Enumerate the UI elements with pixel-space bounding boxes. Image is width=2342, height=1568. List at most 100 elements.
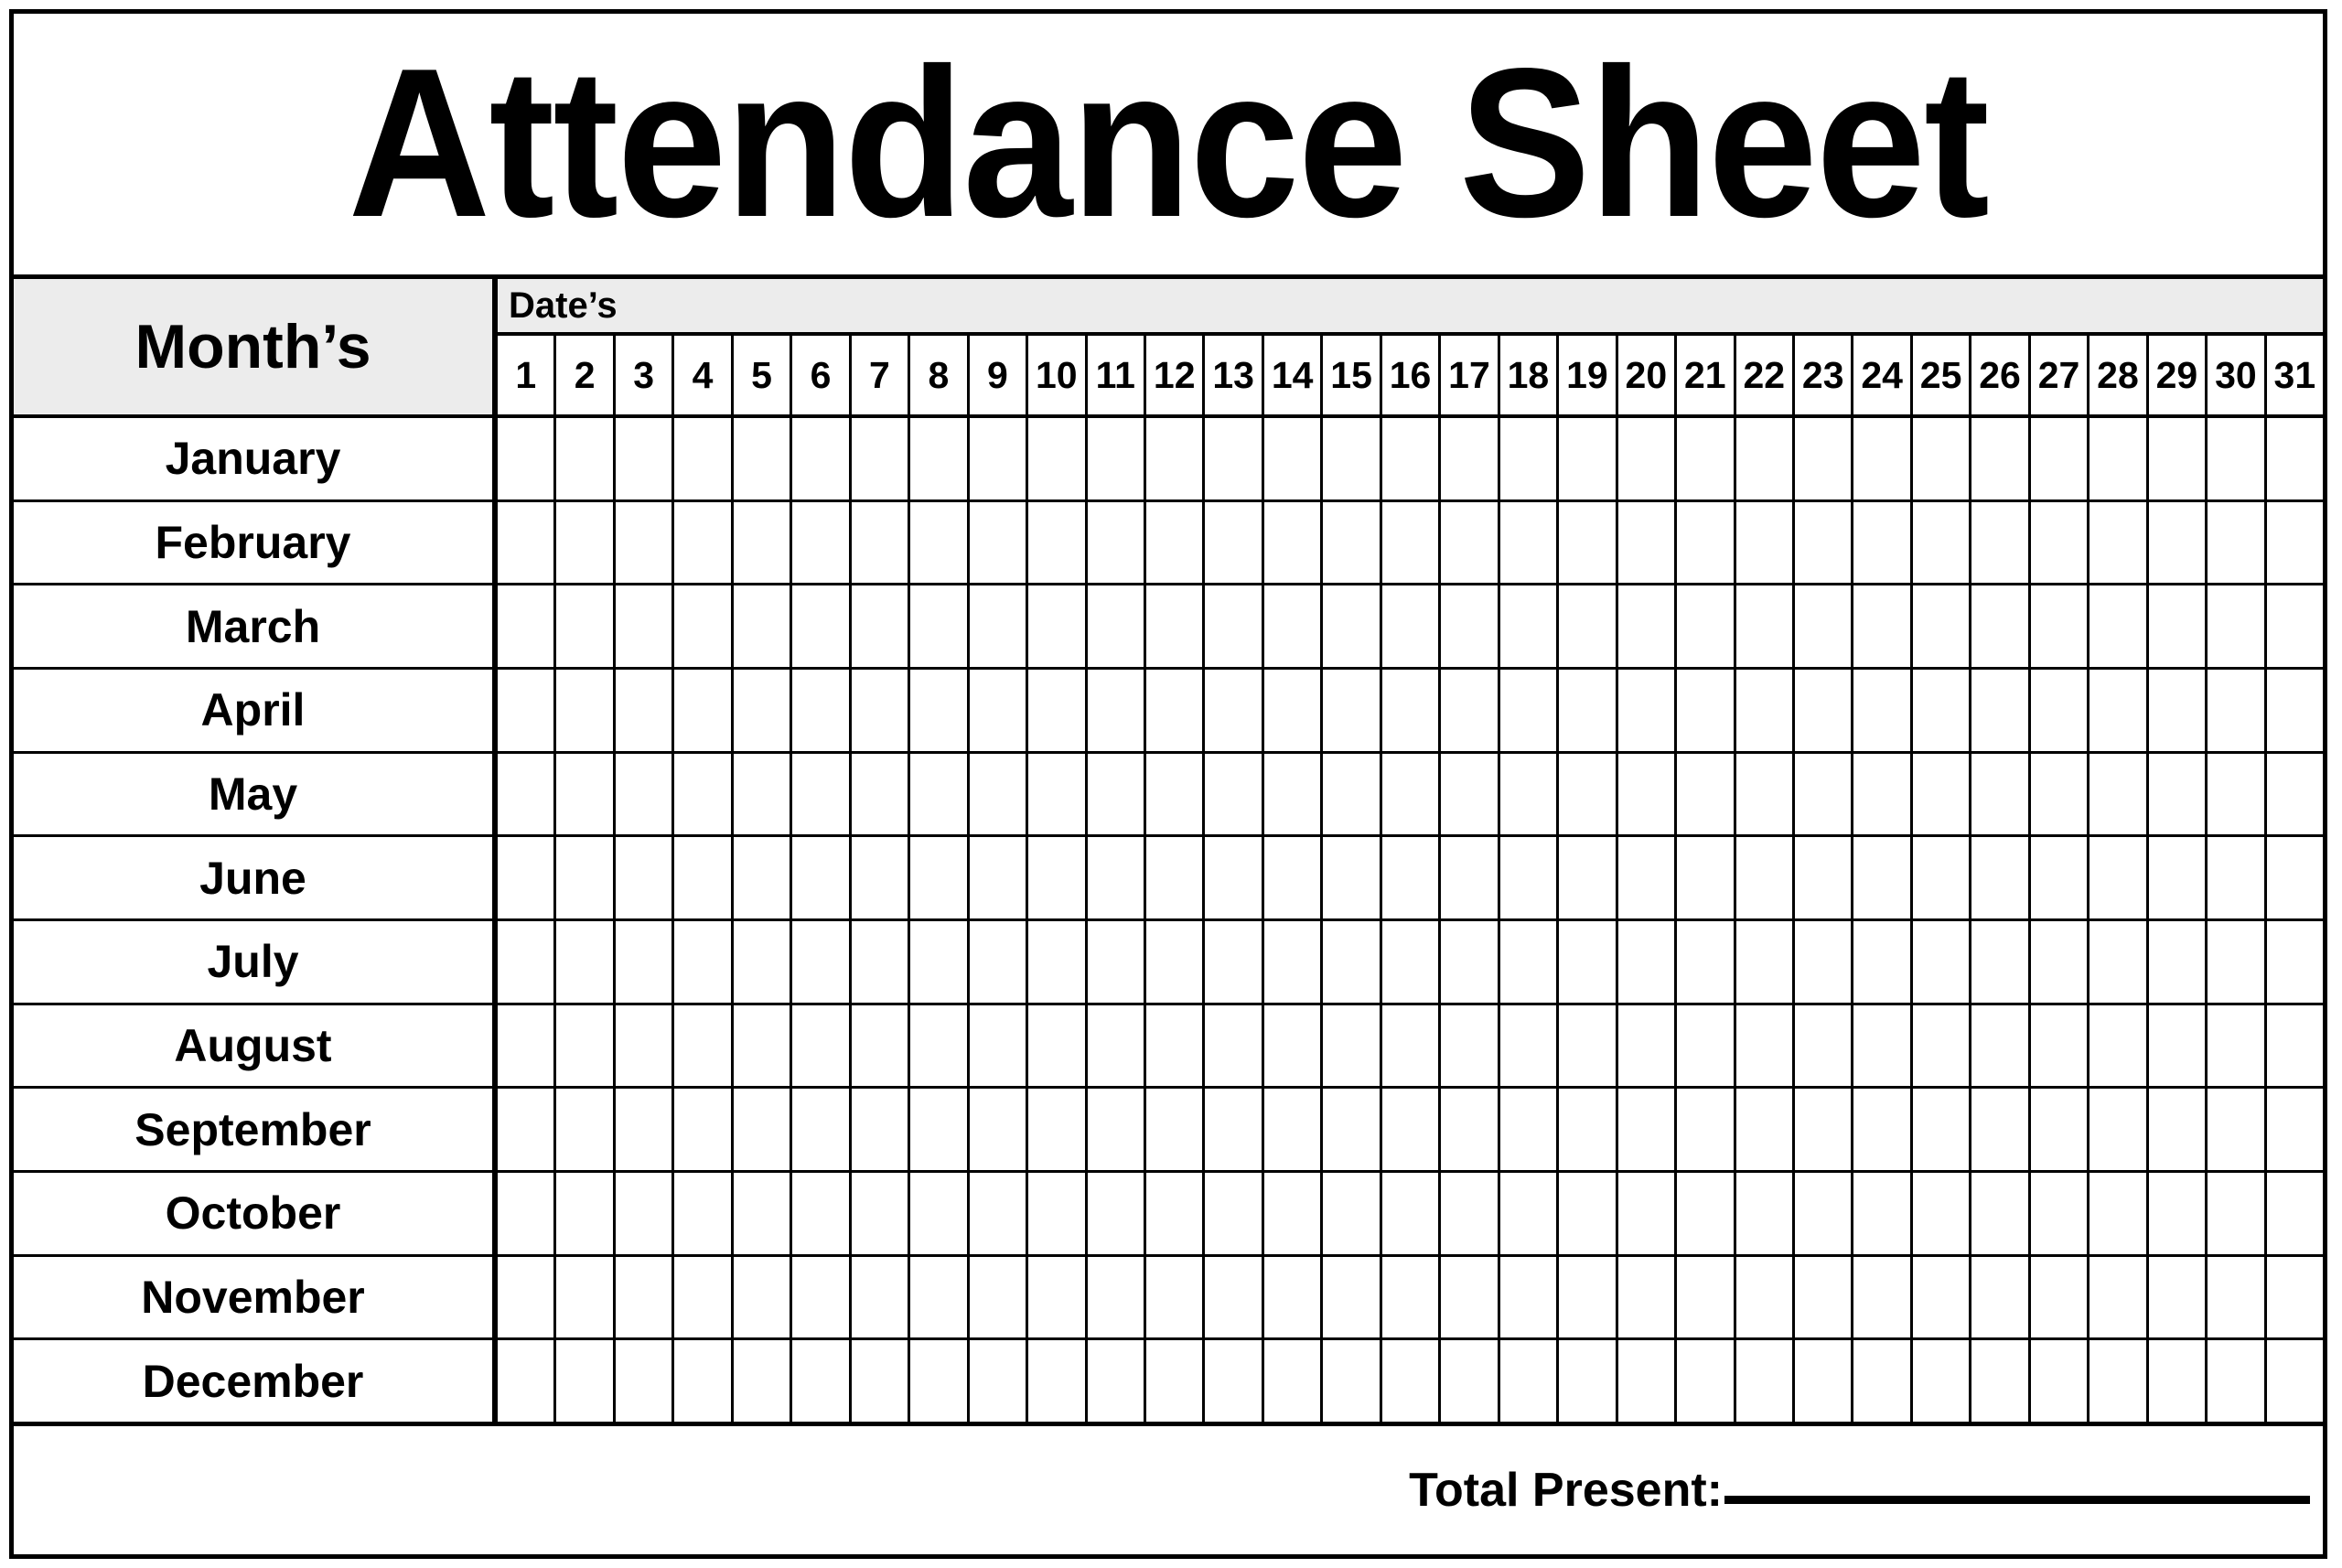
attendance-cell[interactable] (970, 1004, 1029, 1087)
attendance-cell[interactable] (616, 1340, 675, 1423)
attendance-cell[interactable] (616, 753, 675, 835)
attendance-cell[interactable] (2149, 753, 2208, 835)
attendance-cell[interactable] (2090, 1089, 2149, 1171)
attendance-cell[interactable] (498, 1089, 557, 1171)
attendance-cell[interactable] (2090, 1340, 2149, 1423)
attendance-cell[interactable] (1264, 1089, 1324, 1171)
attendance-cell[interactable] (1146, 1256, 1206, 1338)
attendance-cell[interactable] (2149, 670, 2208, 751)
attendance-cell[interactable] (1441, 1340, 1500, 1423)
attendance-cell[interactable] (1971, 670, 2031, 751)
attendance-cell[interactable] (2090, 1256, 2149, 1338)
attendance-cell[interactable] (1205, 670, 1264, 751)
attendance-cell[interactable] (1323, 837, 1382, 919)
attendance-cell[interactable] (1146, 837, 1206, 919)
attendance-cell[interactable] (1382, 1340, 1442, 1423)
attendance-cell[interactable] (2149, 1340, 2208, 1423)
attendance-cell[interactable] (556, 1256, 616, 1338)
attendance-cell[interactable] (1559, 1340, 1618, 1423)
attendance-cell[interactable] (792, 670, 852, 751)
attendance-cell[interactable] (2031, 501, 2090, 584)
attendance-cell[interactable] (1913, 921, 1972, 1003)
attendance-cell[interactable] (2267, 837, 2323, 918)
attendance-cell[interactable] (2031, 1256, 2090, 1338)
attendance-cell[interactable] (734, 1340, 793, 1423)
attendance-cell[interactable] (1618, 1004, 1678, 1087)
attendance-cell[interactable] (1205, 921, 1264, 1003)
attendance-cell[interactable] (1913, 418, 1972, 499)
attendance-cell[interactable] (1264, 1340, 1324, 1423)
attendance-cell[interactable] (1795, 837, 1854, 919)
attendance-cell[interactable] (1971, 837, 2031, 919)
attendance-cell[interactable] (970, 921, 1029, 1003)
attendance-cell[interactable] (2267, 754, 2323, 835)
attendance-cell[interactable] (1618, 670, 1678, 751)
attendance-cell[interactable] (674, 837, 734, 919)
attendance-cell[interactable] (1736, 1173, 1795, 1254)
attendance-cell[interactable] (1795, 418, 1854, 499)
attendance-cell[interactable] (1736, 1004, 1795, 1087)
attendance-cell[interactable] (1853, 1089, 1913, 1171)
attendance-cell[interactable] (674, 418, 734, 499)
attendance-cell[interactable] (910, 1004, 970, 1087)
attendance-cell[interactable] (792, 837, 852, 919)
attendance-cell[interactable] (792, 1089, 852, 1171)
attendance-cell[interactable] (1795, 753, 1854, 835)
attendance-cell[interactable] (674, 501, 734, 584)
attendance-cell[interactable] (1205, 1089, 1264, 1171)
attendance-cell[interactable] (792, 585, 852, 668)
attendance-cell[interactable] (1088, 1173, 1146, 1254)
attendance-cell[interactable] (1028, 1004, 1088, 1087)
attendance-cell[interactable] (734, 670, 793, 751)
attendance-cell[interactable] (1088, 753, 1146, 835)
attendance-cell[interactable] (1853, 670, 1913, 751)
attendance-cell[interactable] (1205, 837, 1264, 919)
attendance-cell[interactable] (674, 1089, 734, 1171)
attendance-cell[interactable] (1382, 1089, 1442, 1171)
attendance-cell[interactable] (1913, 1340, 1972, 1423)
attendance-cell[interactable] (852, 1004, 911, 1087)
attendance-cell[interactable] (734, 1089, 793, 1171)
attendance-cell[interactable] (910, 921, 970, 1003)
attendance-cell[interactable] (1736, 670, 1795, 751)
attendance-cell[interactable] (1205, 1004, 1264, 1087)
attendance-cell[interactable] (1677, 1256, 1736, 1338)
attendance-cell[interactable] (1323, 1340, 1382, 1423)
attendance-cell[interactable] (734, 753, 793, 835)
attendance-cell[interactable] (734, 1004, 793, 1087)
attendance-cell[interactable] (2267, 921, 2323, 1003)
attendance-cell[interactable] (498, 501, 557, 584)
attendance-cell[interactable] (1500, 753, 1560, 835)
attendance-cell[interactable] (852, 753, 911, 835)
attendance-cell[interactable] (1618, 418, 1678, 499)
attendance-cell[interactable] (1264, 418, 1324, 499)
attendance-cell[interactable] (1323, 418, 1382, 499)
attendance-cell[interactable] (1323, 1256, 1382, 1338)
attendance-cell[interactable] (1441, 753, 1500, 835)
attendance-cell[interactable] (2208, 753, 2267, 835)
attendance-cell[interactable] (1382, 670, 1442, 751)
attendance-cell[interactable] (734, 585, 793, 668)
attendance-cell[interactable] (674, 1256, 734, 1338)
attendance-cell[interactable] (2090, 501, 2149, 584)
attendance-cell[interactable] (852, 921, 911, 1003)
attendance-cell[interactable] (1618, 1173, 1678, 1254)
attendance-cell[interactable] (2090, 837, 2149, 919)
attendance-cell[interactable] (852, 1256, 911, 1338)
total-present-input[interactable] (1724, 1496, 2310, 1504)
attendance-cell[interactable] (1853, 837, 1913, 919)
attendance-cell[interactable] (1205, 501, 1264, 584)
attendance-cell[interactable] (1500, 1256, 1560, 1338)
attendance-cell[interactable] (2208, 837, 2267, 919)
attendance-cell[interactable] (852, 501, 911, 584)
attendance-cell[interactable] (1441, 921, 1500, 1003)
attendance-cell[interactable] (1618, 1340, 1678, 1423)
attendance-cell[interactable] (852, 1340, 911, 1423)
attendance-cell[interactable] (734, 837, 793, 919)
attendance-cell[interactable] (1088, 1340, 1146, 1423)
attendance-cell[interactable] (556, 1089, 616, 1171)
attendance-cell[interactable] (1264, 1256, 1324, 1338)
attendance-cell[interactable] (2031, 670, 2090, 751)
attendance-cell[interactable] (1500, 501, 1560, 584)
attendance-cell[interactable] (1853, 1256, 1913, 1338)
